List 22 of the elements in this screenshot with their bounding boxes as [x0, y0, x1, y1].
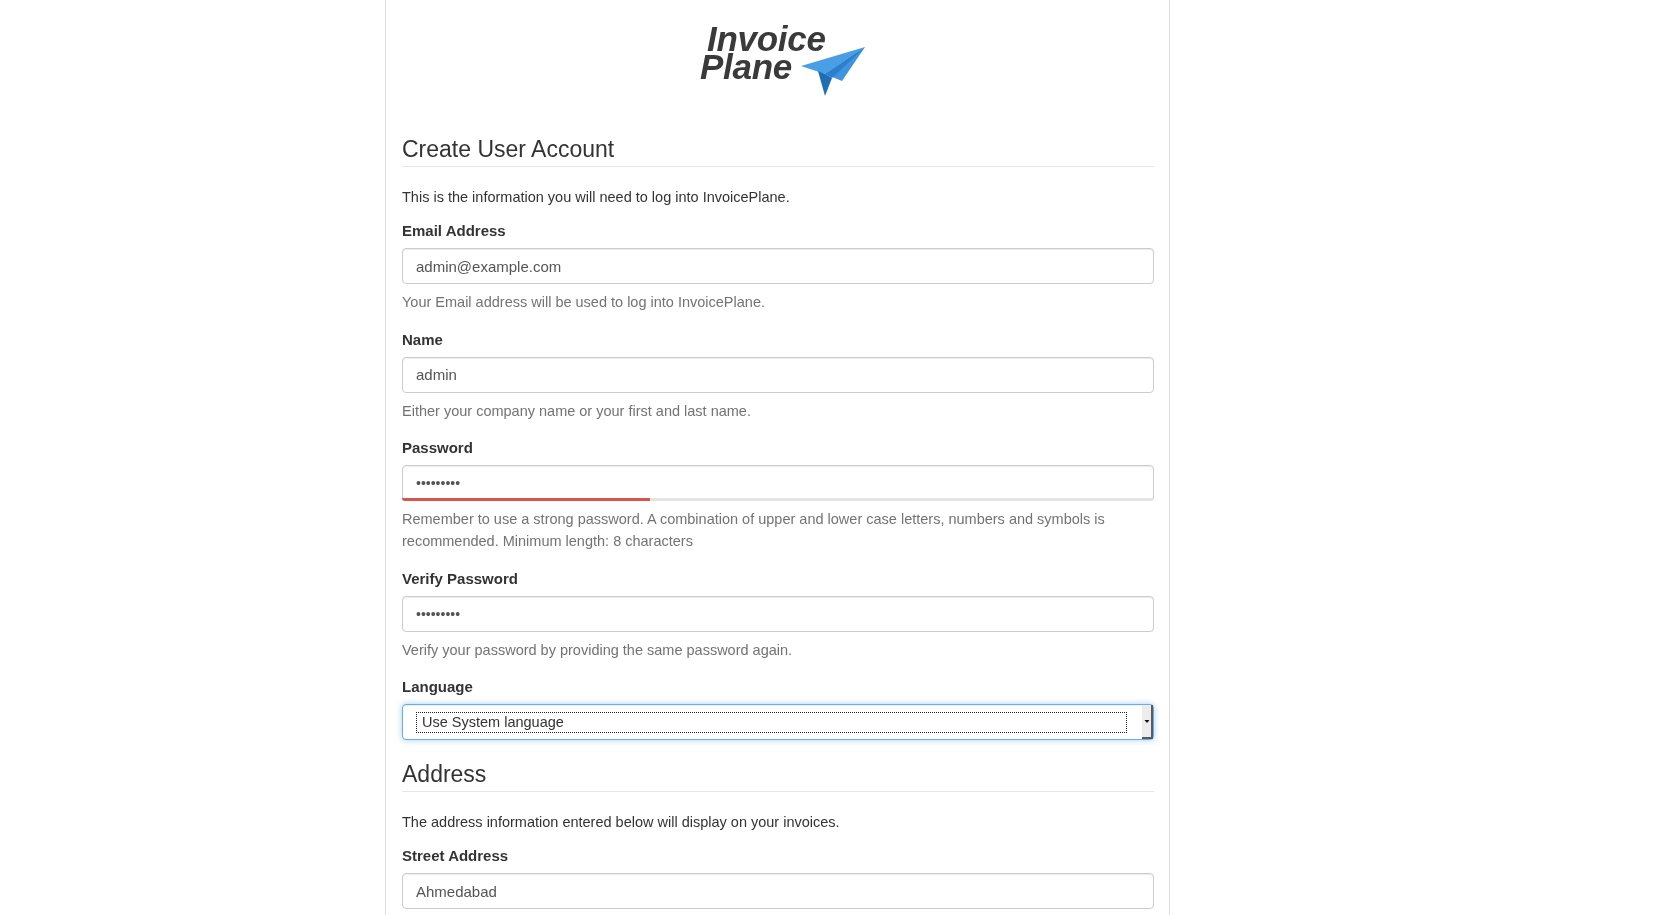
field-label: Language	[402, 677, 473, 698]
text-field[interactable]: admin	[402, 356, 1154, 393]
section-heading: Address	[402, 761, 1154, 793]
help-text: Your Email address will be used to log into InvoicePlane.	[402, 293, 765, 313]
text-field[interactable]: Ahmedabad	[402, 873, 1154, 910]
dropdown-select[interactable]: Use System language	[402, 704, 1154, 741]
password-field[interactable]: •••••••••	[402, 595, 1154, 632]
logo-text: Plane	[700, 53, 792, 81]
field-label: Name	[402, 329, 443, 350]
intro-text: This is the information you will need to log into InvoicePlane.	[402, 188, 790, 208]
field-label: Email Address	[402, 221, 506, 242]
text-field[interactable]: admin@example.com	[402, 248, 1154, 285]
logo-text: Invoice	[707, 25, 826, 53]
field-label: Password	[402, 438, 473, 459]
intro-text: The address information entered below will display on your invoices.	[402, 813, 840, 833]
field-label: Street Address	[402, 846, 509, 867]
section-heading: Create User Account	[402, 137, 1154, 168]
field-label: Verify Password	[402, 568, 518, 589]
help-text: Verify your password by providing the same password again.	[402, 640, 793, 660]
help-text: Either your company name or your first and last name.	[402, 401, 751, 421]
caret-icon[interactable]	[1142, 705, 1153, 740]
help-text: Remember to use a strong password. A combination of upper and lower case letters, numbers and symbols is recommended. Minimum length: 8 characters	[402, 510, 1106, 552]
